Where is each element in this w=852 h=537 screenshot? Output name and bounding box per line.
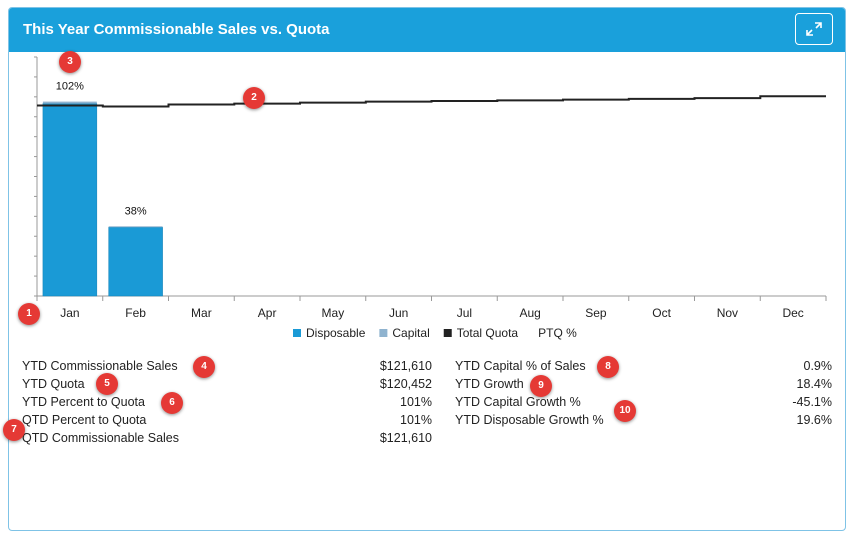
stat-label: YTD Percent to Quota [22, 395, 145, 409]
stat-label: YTD Disposable Growth % [455, 413, 604, 427]
stat-row: YTD Disposable Growth % 19.6% [455, 413, 832, 431]
stat-value: 18.4% [796, 377, 832, 391]
annotation-marker: 8 [597, 356, 619, 378]
x-tick-label: Oct [652, 306, 671, 320]
x-tick-label: Jun [389, 306, 408, 320]
bar-capital [42, 101, 97, 104]
annotation-marker: 9 [530, 375, 552, 397]
stats-left: YTD Commissionable Sales $121,610 YTD Qu… [22, 359, 432, 459]
legend-label: Capital [392, 326, 429, 340]
bar-data-label: 102% [56, 81, 84, 93]
x-tick-label: Aug [519, 306, 540, 320]
annotation-marker: 7 [3, 419, 25, 441]
legend-label: PTQ % [538, 326, 577, 340]
x-tick-label: Jan [60, 306, 79, 320]
x-tick-label: Apr [258, 306, 277, 320]
x-tick-label: Mar [191, 306, 212, 320]
sales-vs-quota-chart: Jan Feb Mar Apr May Jun Jul Aug Sep Oct Nov Dec 102%… [34, 56, 827, 340]
bar-capital [108, 226, 163, 228]
total-quota-line [37, 95, 826, 108]
stat-label: YTD Quota [22, 377, 85, 391]
stat-value: 19.6% [796, 413, 832, 427]
stats-right: YTD Capital % of Sales 0.9% YTD Growth 1… [455, 359, 832, 439]
stat-value: 0.9% [803, 359, 833, 373]
legend-label: Total Quota [457, 326, 519, 340]
stat-row: YTD Commissionable Sales $121,610 [22, 359, 432, 377]
stat-label: QTD Commissionable Sales [22, 431, 179, 445]
bar-data-label: 38% [125, 205, 147, 217]
annotation-marker: 6 [161, 392, 183, 414]
stat-value: -45.1% [792, 395, 832, 409]
annotation-marker: 1 [18, 303, 40, 325]
x-tick-label: Feb [125, 306, 146, 320]
annotation-marker: 10 [614, 400, 636, 422]
x-tick-label: Nov [717, 306, 738, 320]
legend-label: Disposable [306, 326, 366, 340]
stat-row: YTD Quota $120,452 [22, 377, 432, 395]
stat-row: YTD Capital % of Sales 0.9% [455, 359, 832, 377]
stat-label: YTD Growth [455, 377, 524, 391]
stat-label: YTD Capital % of Sales [455, 359, 586, 373]
x-tick-label: May [322, 306, 345, 320]
annotation-marker: 2 [243, 87, 265, 109]
annotation-marker: 3 [59, 51, 81, 73]
legend-swatch [443, 329, 452, 337]
stat-label: YTD Capital Growth % [455, 395, 581, 409]
x-tick-label: Dec [782, 306, 803, 320]
legend-swatch [379, 329, 388, 337]
stat-label: QTD Percent to Quota [22, 413, 147, 427]
stat-row: YTD Percent to Quota 101% [22, 395, 432, 413]
bar-disposable [108, 227, 163, 297]
stat-label: YTD Commissionable Sales [22, 359, 178, 373]
stat-row: QTD Percent to Quota 101% [22, 413, 432, 431]
stat-value: $121,610 [379, 431, 432, 445]
annotation-marker: 4 [193, 356, 215, 378]
stat-value: $120,452 [379, 377, 432, 391]
stat-value: $121,610 [379, 359, 432, 373]
x-tick-label: Sep [585, 306, 607, 320]
stat-row: YTD Growth 18.4% [455, 377, 832, 395]
bar-disposable [42, 103, 98, 297]
stat-value: 101% [400, 395, 432, 409]
stat-row: QTD Commissionable Sales $121,610 [22, 431, 432, 449]
annotation-marker: 5 [96, 373, 118, 395]
legend-swatch [293, 329, 301, 337]
x-tick-label: Jul [457, 306, 472, 320]
stat-row: YTD Capital Growth % -45.1% [455, 395, 832, 413]
stat-value: 101% [400, 413, 432, 427]
